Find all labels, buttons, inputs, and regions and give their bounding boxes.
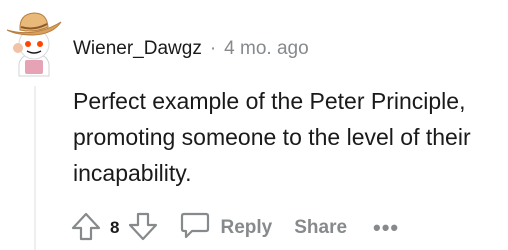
snoo-cowboy-avatar-icon bbox=[6, 12, 62, 77]
speech-bubble-icon bbox=[179, 209, 211, 247]
comment: Wiener_Dawgz · 4 mo. ago Perfect example… bbox=[0, 0, 508, 250]
downvote-arrow-icon[interactable] bbox=[125, 208, 161, 249]
thread-line[interactable] bbox=[34, 86, 36, 250]
reply-button[interactable]: Reply bbox=[179, 209, 272, 247]
comment-body: Perfect example of the Peter Principle, … bbox=[73, 88, 471, 186]
share-button[interactable]: Share bbox=[294, 217, 347, 239]
separator-dot: · bbox=[209, 38, 217, 59]
timestamp[interactable]: 4 mo. ago bbox=[224, 38, 309, 60]
vote-count: 8 bbox=[110, 218, 120, 237]
avatar[interactable] bbox=[3, 8, 65, 78]
comment-actions: 8 Reply Share ••• bbox=[68, 210, 399, 246]
upvote-arrow-icon[interactable] bbox=[68, 208, 104, 249]
comment-header: Wiener_Dawgz · 4 mo. ago bbox=[73, 36, 309, 62]
username[interactable]: Wiener_Dawgz bbox=[73, 38, 202, 60]
reply-label: Reply bbox=[220, 217, 273, 238]
more-options-button[interactable]: ••• bbox=[373, 215, 399, 241]
